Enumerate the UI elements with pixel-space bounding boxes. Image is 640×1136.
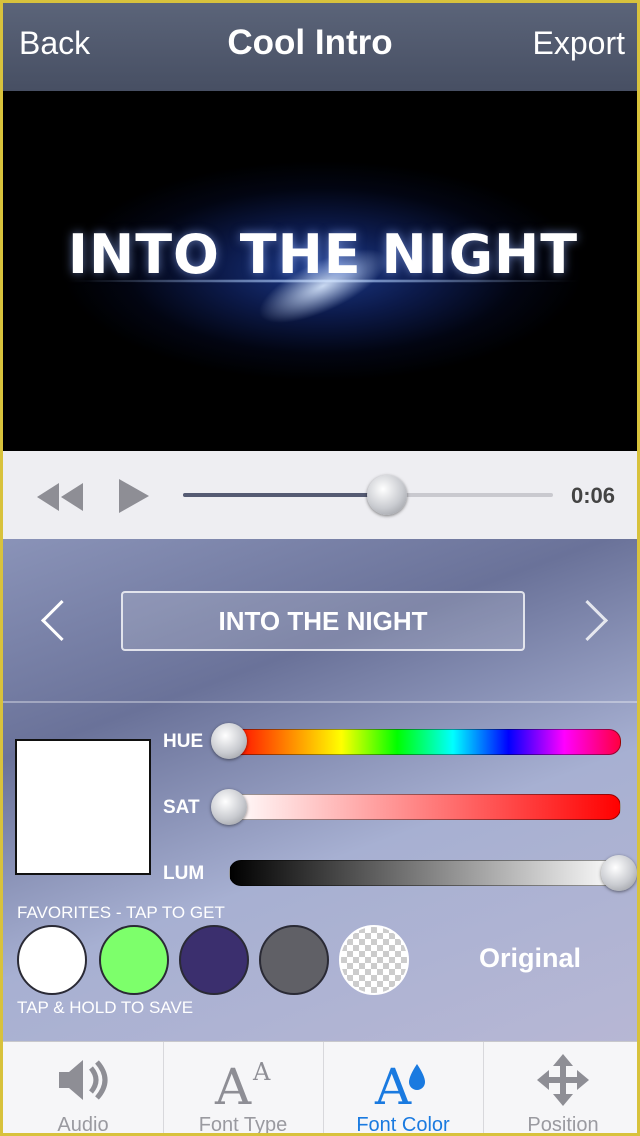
original-color-button[interactable]: Original	[479, 943, 581, 974]
lum-label: LUM	[163, 863, 205, 884]
hue-slider[interactable]	[229, 729, 621, 755]
playback-time: 0:06	[571, 483, 616, 508]
saturation-slider-handle[interactable]	[211, 789, 247, 825]
saturation-slider[interactable]	[229, 794, 621, 820]
tab-label: Position	[527, 1114, 599, 1136]
rewind-icon[interactable]	[35, 481, 85, 518]
play-icon[interactable]	[117, 477, 151, 520]
favorites-label: FAVORITES - TAP TO GET	[17, 903, 225, 922]
playback-controls: 0:06	[3, 451, 637, 539]
tab-label: Font Type	[198, 1114, 288, 1136]
selected-color-swatch	[15, 739, 151, 875]
tab-label: Font Color	[356, 1114, 450, 1136]
navigation-bar: Back Cool Intro Export	[3, 3, 637, 91]
luminance-slider-handle[interactable]	[601, 855, 637, 891]
hue-slider-handle[interactable]	[211, 723, 247, 759]
chevron-left-icon[interactable]	[40, 599, 83, 642]
app-frame: Back Cool Intro Export INTO THE NIGHT 0:…	[0, 0, 640, 1136]
tap-hold-label: TAP & HOLD TO SAVE	[17, 998, 194, 1017]
svg-text:A: A	[214, 1058, 252, 1110]
move-arrows-icon	[483, 1050, 637, 1110]
favorite-color-3[interactable]	[179, 925, 249, 995]
title-text-field[interactable]: INTO THE NIGHT	[121, 591, 525, 651]
page-title: Cool Intro	[227, 23, 393, 62]
tab-audio[interactable]: Audio	[3, 1042, 164, 1136]
favorite-color-empty[interactable]	[339, 925, 409, 995]
favorite-color-2[interactable]	[99, 925, 169, 995]
video-overlay-text: INTO THE NIGHT	[67, 223, 579, 286]
sat-label: SAT	[163, 797, 200, 818]
export-button[interactable]: Export	[533, 25, 625, 62]
tab-font-color[interactable]: A Font Color	[323, 1042, 484, 1136]
chevron-right-icon[interactable]	[566, 599, 609, 642]
svg-text:A: A	[374, 1058, 412, 1110]
favorite-color-1[interactable]	[17, 925, 87, 995]
tab-label: Audio	[57, 1114, 109, 1136]
font-type-icon: AA	[163, 1050, 323, 1116]
favorite-color-4[interactable]	[259, 925, 329, 995]
tab-font-type[interactable]: AA Font Type	[163, 1042, 324, 1136]
tab-bar: Audio AA Font Type A Font Color Position	[3, 1041, 637, 1136]
scrubber-progress	[183, 493, 387, 497]
tab-position[interactable]: Position	[483, 1042, 637, 1136]
svg-text:A: A	[252, 1058, 271, 1086]
font-color-editor: INTO THE NIGHT HUE SAT LUM FAVORITES - T…	[3, 539, 637, 1041]
luminance-slider[interactable]	[229, 860, 621, 886]
video-preview[interactable]: INTO THE NIGHT	[3, 91, 637, 451]
hue-label: HUE	[163, 731, 204, 752]
font-color-icon: A	[323, 1050, 483, 1116]
divider	[3, 701, 637, 703]
speaker-icon	[3, 1050, 163, 1110]
scrubber-handle[interactable]	[366, 475, 407, 515]
